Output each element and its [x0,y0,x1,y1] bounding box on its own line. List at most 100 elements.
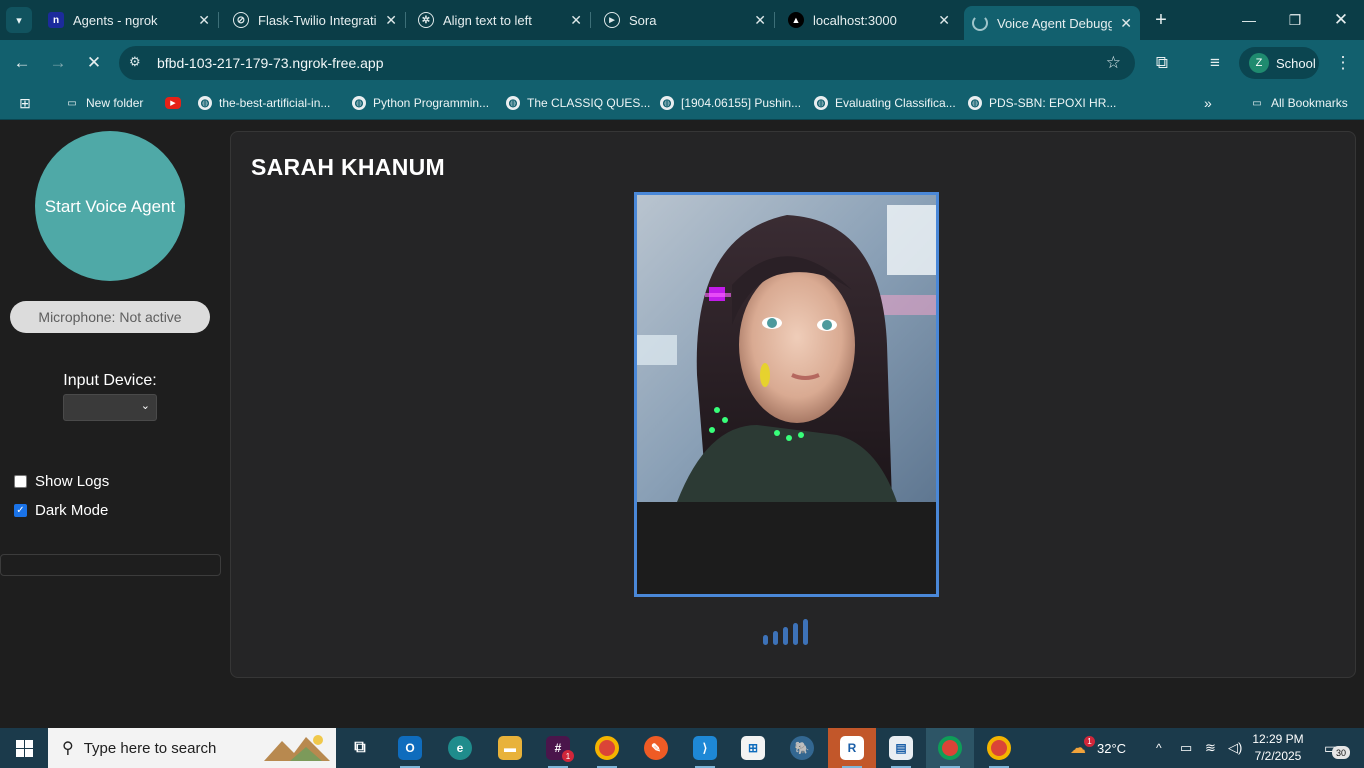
show-logs-checkbox[interactable] [14,475,27,488]
taskbar-search-box[interactable]: ⚲ Type here to search [48,728,336,768]
rider-button[interactable]: R [828,728,876,768]
chrome-profile-button[interactable] [926,728,974,768]
bookmarks-bar: ⊞ ▭ New folder ▶ ◍ the-best-artificial-i… [0,86,1364,120]
url-text[interactable]: bfbd-103-217-179-73.ngrok-free.app [157,55,384,71]
tab-sora[interactable]: ▶ Sora ✕ [596,0,775,40]
file-explorer-icon: ▬ [498,736,522,760]
chevron-down-icon: ⌄ [140,400,150,412]
openai-icon: ⊘ [233,12,249,28]
all-bookmarks-button[interactable]: ▭ All Bookmarks [1250,93,1347,113]
system-clock[interactable]: 12:29 PM 7/2/2025 [1248,731,1308,765]
dark-mode-toggle[interactable]: ✓ Dark Mode [14,502,108,519]
slack-button[interactable]: # 1 [534,728,582,768]
tab-flask-twilio[interactable]: ⊘ Flask-Twilio Integratic ✕ [225,0,406,40]
notification-count: 30 [1332,746,1350,759]
bookmark-youtube[interactable]: ▶ [165,93,188,113]
bookmark-item[interactable]: ◍ Evaluating Classifica... [814,93,956,113]
postman-button[interactable]: ✎ [632,728,680,768]
close-tab-icon[interactable]: ✕ [1120,15,1132,32]
avatar: Z [1249,53,1269,73]
bookmark-item[interactable]: ◍ the-best-artificial-in... [198,93,330,113]
tab-localhost[interactable]: ▲ localhost:3000 ✕ [780,0,958,40]
file-explorer-button[interactable]: ▬ [486,728,534,768]
new-tab-button[interactable]: + [1150,7,1172,33]
menu-kebab-icon[interactable]: ⋮ [1329,49,1357,77]
close-tab-icon[interactable]: ✕ [754,12,766,29]
edge-icon: e [448,736,472,760]
outlook-button[interactable]: O [386,728,434,768]
tab-agents-ngrok[interactable]: n Agents - ngrok ✕ [40,0,219,40]
agent-portrait-frame [634,192,939,597]
outlook-icon: O [398,736,422,760]
windows-start-button[interactable] [0,728,48,768]
chrome-icon [987,736,1011,760]
dark-mode-checkbox[interactable]: ✓ [14,504,27,517]
tab-align-text[interactable]: ✲ Align text to left ✕ [410,0,591,40]
vscode-button[interactable]: ⟩ [681,728,729,768]
chrome-profile-icon [938,736,962,760]
input-device-select[interactable]: ⌄ [63,394,157,421]
postgres-icon: 🐘 [790,736,814,760]
more-bookmarks-icon[interactable]: » [1204,93,1212,113]
bookmark-item[interactable]: ◍ Python Programmin... [352,93,489,113]
globe-icon: ◍ [968,96,982,110]
tab-voice-agent[interactable]: Voice Agent Debugg ✕ [964,6,1140,40]
globe-icon: ◍ [660,96,674,110]
close-tab-icon[interactable]: ✕ [385,12,397,29]
media-control-icon[interactable]: ≡ [1201,49,1229,77]
close-tab-icon[interactable]: ✕ [938,12,950,29]
postgres-button[interactable]: 🐘 [778,728,826,768]
window-app-button[interactable]: ▤ [877,728,925,768]
windows-taskbar: ⚲ Type here to search ⧉ O e ▬ # 1 ✎ ⟩ ⊞ … [0,728,1364,768]
apps-grid-icon[interactable]: ⊞ [18,93,39,113]
address-bar[interactable]: ⚙ bfbd-103-217-179-73.ngrok-free.app ☆ [119,46,1135,80]
task-view-button[interactable]: ⧉ [336,728,384,768]
notifications-button[interactable]: ▭ 30 [1324,728,1350,768]
globe-icon: ◍ [352,96,366,110]
agent-portrait [637,195,936,502]
bookmark-item[interactable]: ◍ The CLASSIQ QUES... [506,93,650,113]
close-tab-icon[interactable]: ✕ [198,12,210,29]
start-voice-agent-button[interactable]: Start Voice Agent [35,131,185,281]
folder-icon: ▭ [67,97,77,109]
slack-badge: 1 [562,750,574,762]
show-hidden-icons[interactable]: ^ [1156,728,1162,768]
store-button[interactable]: ⊞ [729,728,777,768]
tab-search-button[interactable]: ▾ [6,7,32,33]
stop-loading-icon[interactable]: ✕ [80,49,108,77]
close-tab-icon[interactable]: ✕ [570,12,582,29]
chrome-button-2[interactable] [975,728,1023,768]
chrome-button[interactable] [583,728,631,768]
edge-button[interactable]: e [436,728,484,768]
site-info-icon[interactable]: ⚙ [129,54,141,70]
profile-name: School [1276,55,1316,71]
weather-widget[interactable]: ☁ 1 32°C [1070,728,1126,768]
tab-title: Agents - ngrok [73,12,158,28]
forward-arrow-icon[interactable]: → [44,49,72,77]
close-window-button[interactable]: ✕ [1318,0,1364,40]
dark-mode-label: Dark Mode [35,502,109,519]
back-arrow-icon[interactable]: ← [8,49,36,77]
window-icon: ▤ [889,736,913,760]
tab-strip: ▾ n Agents - ngrok ✕ ⊘ Flask-Twilio Inte… [0,0,1364,40]
bookmark-new-folder[interactable]: ▭ New folder [65,93,143,113]
battery-icon[interactable]: ▭ [1180,728,1192,768]
profile-button[interactable]: Z School [1239,47,1319,79]
triangle-icon: ▲ [788,12,804,28]
show-logs-toggle[interactable]: Show Logs [14,473,109,490]
windows-logo-icon [15,739,33,757]
minimize-button[interactable]: — [1226,0,1272,40]
vscode-icon: ⟩ [693,736,717,760]
bookmark-item[interactable]: ◍ PDS-SBN: EPOXI HR... [968,93,1116,113]
tab-title: Sora [629,12,657,28]
log-output [0,554,221,576]
tab-title: Align text to left [443,12,532,28]
extensions-icon[interactable]: ⧉ [1148,49,1176,77]
restore-button[interactable]: ❐ [1272,0,1318,40]
bookmark-star-icon[interactable]: ☆ [1106,53,1121,73]
bookmark-item[interactable]: ◍ [1904.06155] Pushin... [660,93,801,113]
chrome-icon [595,736,619,760]
wifi-icon[interactable]: ≋ [1205,728,1216,768]
volume-icon[interactable]: ◁) [1228,728,1242,768]
rider-icon: R [840,736,864,760]
